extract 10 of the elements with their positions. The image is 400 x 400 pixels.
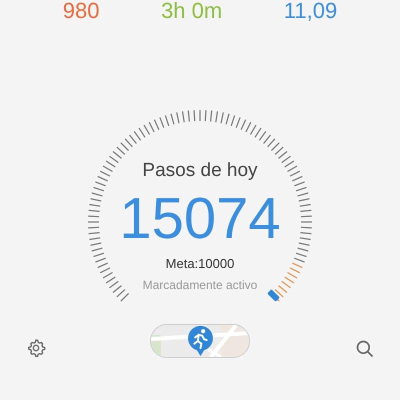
activity-status: Marcadamente activo [142,276,258,294]
stat-value: 11,09 [284,0,338,22]
step-count: 15074 [119,190,281,248]
runner-pin-icon [187,325,214,357]
stat-value: 980 [62,0,100,22]
search-icon[interactable] [355,339,375,359]
stat-value: 3h 0m [161,0,222,22]
goal-text: Meta:10000 [166,255,234,273]
settings-icon[interactable] [26,338,46,358]
gauge-title: Pasos de hoy [142,161,258,180]
